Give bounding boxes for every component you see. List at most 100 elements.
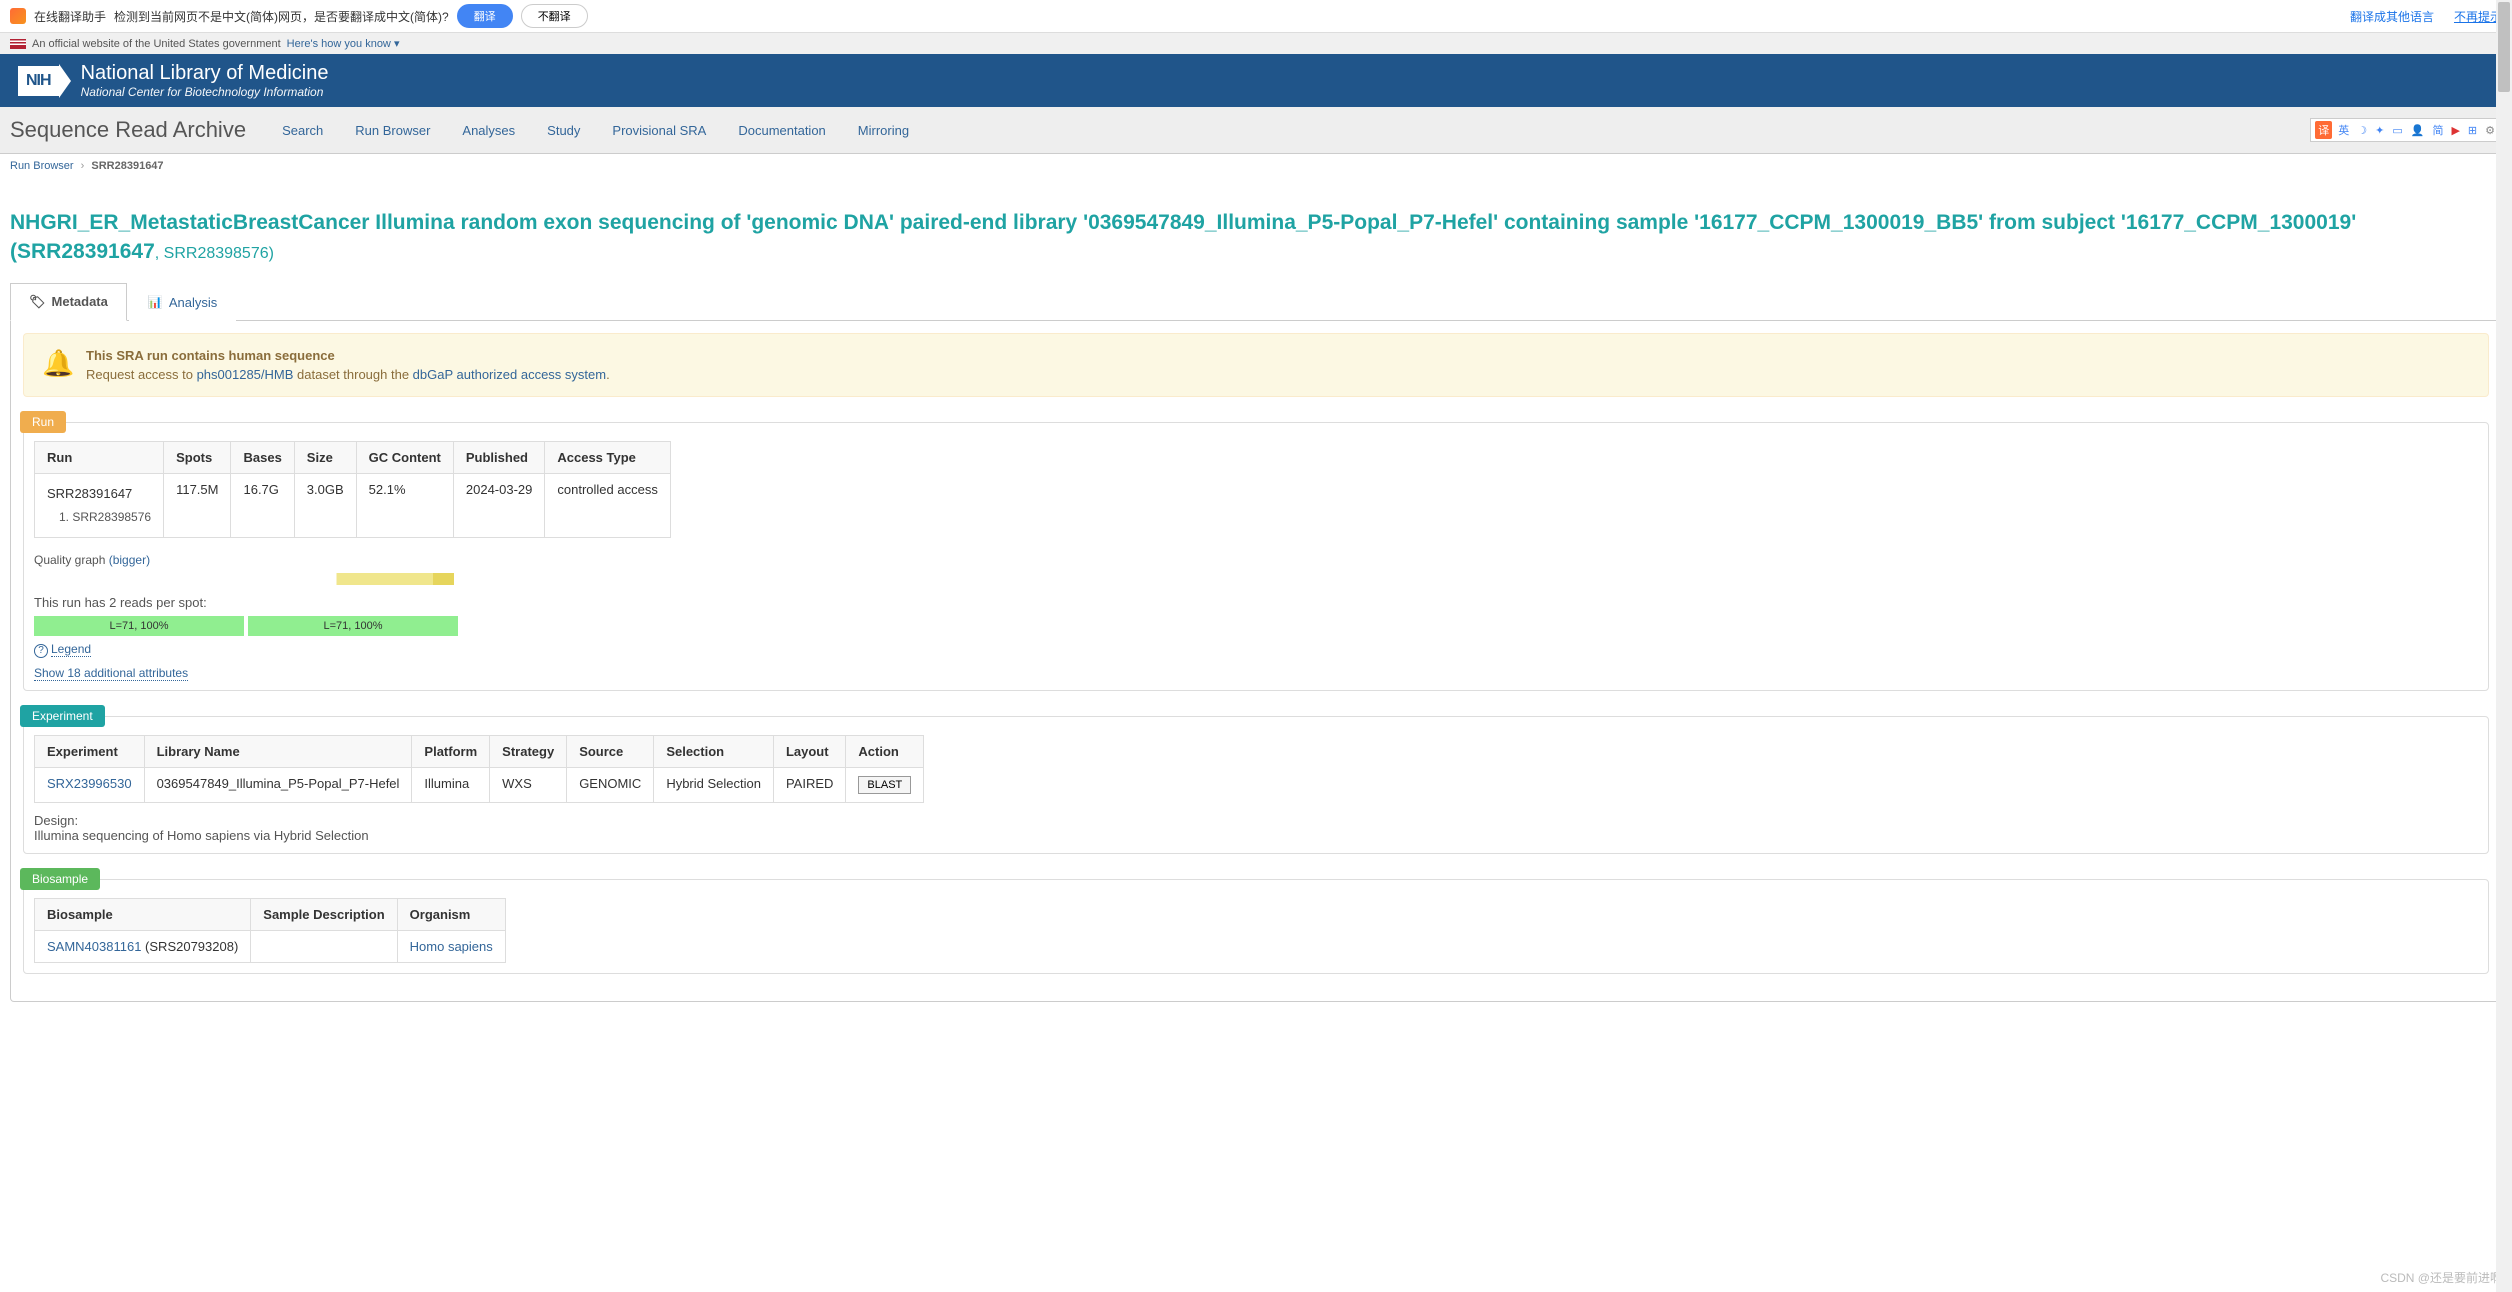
video-icon[interactable]: ▶: [2449, 124, 2461, 137]
translate-other-link[interactable]: 翻译成其他语言: [2350, 8, 2434, 25]
alert-dbgap-link[interactable]: dbGaP authorized access system: [413, 367, 606, 382]
nav-study[interactable]: Study: [531, 109, 596, 152]
th-bases: Bases: [231, 441, 294, 473]
panel-icon[interactable]: ▭: [2390, 124, 2404, 137]
tab-metadata[interactable]: 🏷 Metadata: [10, 283, 127, 321]
translate-message: 检测到当前网页不是中文(简体)网页，是否要翻译成中文(简体)?: [114, 8, 449, 25]
run-section: Run Run Spots Bases Size GC Content Publ…: [23, 422, 2489, 691]
show-more-attrs-link[interactable]: Show 18 additional attributes: [34, 666, 188, 681]
tab-analysis[interactable]: 📊 Analysis: [129, 283, 236, 321]
translate-yes-button[interactable]: 翻译: [457, 4, 513, 28]
experiment-table: Experiment Library Name Platform Strateg…: [34, 735, 924, 803]
th-bio: Biosample: [35, 898, 251, 930]
reads-per-spot-text: This run has 2 reads per spot:: [34, 595, 2478, 610]
legend-row: ?Legend: [34, 642, 2478, 658]
th-plat: Platform: [412, 735, 490, 767]
nih-logo-arrow-icon: [59, 64, 71, 98]
table-row: SAMN40381161 (SRS20793208) Homo sapiens: [35, 930, 506, 962]
sitemap-icon: 📊: [148, 295, 163, 309]
person-icon[interactable]: 👤: [2409, 124, 2427, 137]
experiment-link[interactable]: SRX23996530: [47, 776, 132, 791]
nih-header: NIH National Library of Medicine Nationa…: [0, 54, 2512, 107]
translate-ext-icon: 译: [2315, 121, 2332, 139]
design-label: Design:: [34, 813, 2478, 828]
scroll-thumb[interactable]: [2498, 2, 2510, 92]
quality-graph-bigger-link[interactable]: (bigger): [109, 553, 150, 567]
experiment-section: Experiment Experiment Library Name Platf…: [23, 716, 2489, 854]
translate-no-button[interactable]: 不翻译: [521, 4, 588, 28]
quality-graph-label: Quality graph (bigger): [34, 553, 2478, 567]
nav-bar: Sequence Read Archive Search Run Browser…: [0, 107, 2512, 154]
translate-helper-label: 在线翻译助手: [34, 8, 106, 25]
th-run: Run: [35, 441, 164, 473]
th-act: Action: [846, 735, 924, 767]
translate-toolbar[interactable]: 译 英 ☽ ✦ ▭ 👤 简 ▶ ⊞ ⚙: [2310, 118, 2502, 142]
crumb-run-browser[interactable]: Run Browser: [10, 160, 74, 172]
legend-link[interactable]: Legend: [51, 642, 91, 657]
nav-links: Search Run Browser Analyses Study Provis…: [266, 109, 925, 152]
td-pub: 2024-03-29: [453, 473, 545, 537]
nav-documentation[interactable]: Documentation: [722, 109, 841, 152]
nav-mirroring[interactable]: Mirroring: [842, 109, 925, 152]
table-row: SRX23996530 0369547849_Illumina_P5-Popal…: [35, 767, 924, 802]
td-size: 3.0GB: [294, 473, 356, 537]
td-lib: 0369547849_Illumina_P5-Popal_P7-Hefel: [144, 767, 412, 802]
td-exp: SRX23996530: [35, 767, 145, 802]
th-gc: GC Content: [356, 441, 453, 473]
th-lay: Layout: [773, 735, 845, 767]
tool-simp[interactable]: 简: [2430, 122, 2445, 138]
td-bio: SAMN40381161 (SRS20793208): [35, 930, 251, 962]
translate-never-link[interactable]: 不再提示: [2454, 8, 2502, 25]
run-table: Run Spots Bases Size GC Content Publishe…: [34, 441, 671, 538]
th-strat: Strategy: [490, 735, 567, 767]
table-header-row: Experiment Library Name Platform Strateg…: [35, 735, 924, 767]
th-org: Organism: [397, 898, 505, 930]
th-exp: Experiment: [35, 735, 145, 767]
table-header-row: Biosample Sample Description Organism: [35, 898, 506, 930]
show-more-row: Show 18 additional attributes: [34, 666, 2478, 680]
biosample-link[interactable]: SAMN40381161: [47, 939, 141, 954]
td-sdesc: [251, 930, 397, 962]
biosample-section: Biosample Biosample Sample Description O…: [23, 879, 2489, 974]
tabs: 🏷 Metadata 📊 Analysis: [10, 282, 2502, 321]
th-sdesc: Sample Description: [251, 898, 397, 930]
th-lib: Library Name: [144, 735, 412, 767]
td-org: Homo sapiens: [397, 930, 505, 962]
quality-graph-bar: [34, 573, 454, 585]
translate-icon: [10, 8, 26, 24]
breadcrumb: Run Browser › SRR28391647: [0, 154, 2512, 178]
moon-icon[interactable]: ☽: [2355, 124, 2369, 137]
td-access: controlled access: [545, 473, 670, 537]
td-spots: 117.5M: [164, 473, 231, 537]
biosample-section-label: Biosample: [20, 868, 100, 890]
translate-bar: 在线翻译助手 检测到当前网页不是中文(简体)网页，是否要翻译成中文(简体)? 翻…: [0, 0, 2512, 33]
td-src: GENOMIC: [567, 767, 654, 802]
nih-logo-box: NIH: [18, 66, 59, 96]
td-sel: Hybrid Selection: [654, 767, 774, 802]
organism-link[interactable]: Homo sapiens: [410, 939, 493, 954]
nih-logo[interactable]: NIH: [18, 64, 71, 98]
th-spots: Spots: [164, 441, 231, 473]
scrollbar[interactable]: [2496, 0, 2512, 1292]
gear-icon[interactable]: ⚙: [2483, 124, 2497, 137]
tool-lang[interactable]: 英: [2336, 122, 2351, 138]
design-block: Design: Illumina sequencing of Homo sapi…: [34, 813, 2478, 843]
alert-phs-link[interactable]: phs001285/HMB: [197, 367, 294, 382]
nav-provisional[interactable]: Provisional SRA: [596, 109, 722, 152]
nav-search[interactable]: Search: [266, 109, 339, 152]
nav-analyses[interactable]: Analyses: [446, 109, 531, 152]
gov-banner: An official website of the United States…: [0, 33, 2512, 54]
td-run: SRR28391647 1. SRR28398576: [35, 473, 164, 537]
nav-run-browser[interactable]: Run Browser: [339, 109, 446, 152]
design-text: Illumina sequencing of Homo sapiens via …: [34, 828, 2478, 843]
grid-icon[interactable]: ⊞: [2466, 124, 2479, 137]
us-flag-icon: [10, 39, 26, 49]
td-lay: PAIRED: [773, 767, 845, 802]
chevron-down-icon: ▾: [394, 38, 400, 50]
th-pub: Published: [453, 441, 545, 473]
sparkle-icon[interactable]: ✦: [2373, 124, 2386, 137]
blast-button[interactable]: BLAST: [858, 776, 911, 794]
crumb-sep-icon: ›: [81, 160, 85, 172]
td-bases: 16.7G: [231, 473, 294, 537]
gov-how-link[interactable]: Here's how you know ▾: [287, 37, 400, 50]
